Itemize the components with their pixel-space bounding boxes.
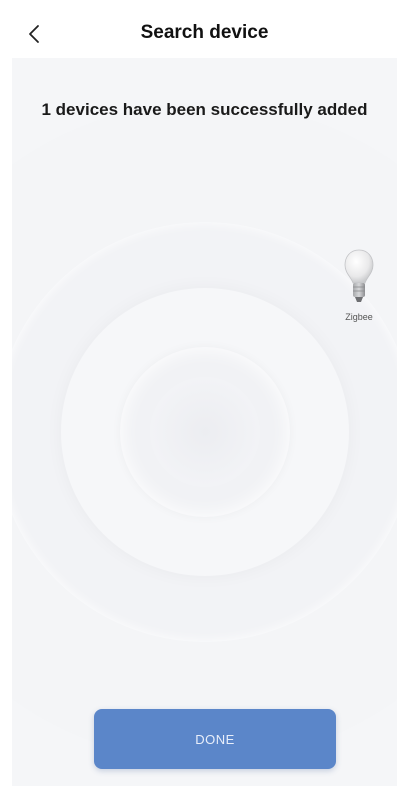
found-device[interactable]: Zigbee <box>334 248 384 322</box>
page-title: Search device <box>140 22 269 43</box>
status-message: 1 devices have been successfully added <box>41 100 368 119</box>
done-button[interactable]: DONE <box>94 709 336 769</box>
search-device-screen: Search device 1 devices have been succes… <box>0 0 409 796</box>
header: Search device <box>0 0 409 64</box>
search-area: 1 devices have been successfully added Z… <box>12 58 397 786</box>
light-bulb-icon <box>344 249 374 302</box>
radar-ring-center <box>150 377 260 487</box>
device-label: Zigbee <box>345 312 373 322</box>
